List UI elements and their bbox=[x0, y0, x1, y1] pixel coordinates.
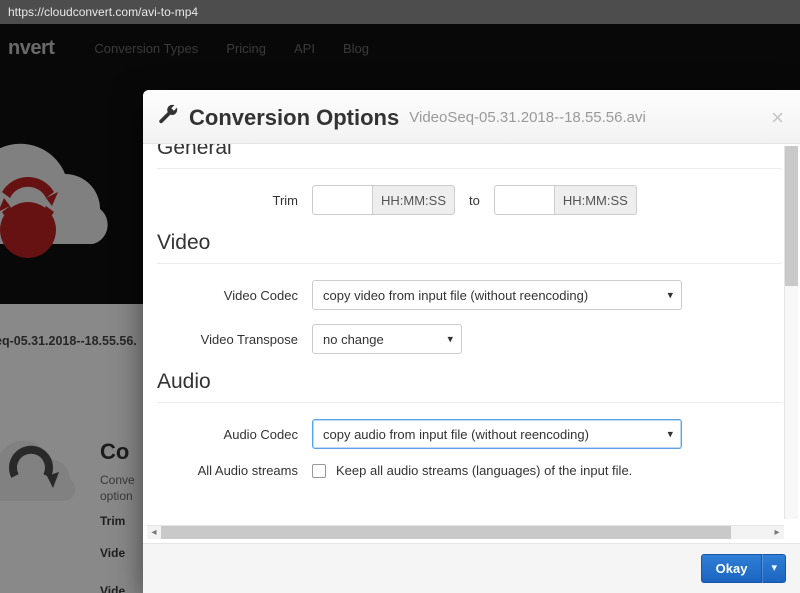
video-codec-value: copy video from input file (without reen… bbox=[323, 288, 588, 303]
modal-footer: Okay ▾ bbox=[143, 543, 800, 593]
trim-end-unit: HH:MM:SS bbox=[554, 185, 637, 215]
all-audio-streams-label: All Audio streams bbox=[157, 463, 312, 478]
audio-codec-row: Audio Codec copy audio from input file (… bbox=[157, 419, 782, 449]
trim-to-label: to bbox=[469, 193, 480, 208]
conversion-options-modal: Conversion Options VideoSeq-05.31.2018--… bbox=[143, 90, 800, 593]
trim-end-input[interactable] bbox=[494, 185, 554, 215]
horizontal-scroll-thumb[interactable] bbox=[161, 526, 731, 539]
video-transpose-label: Video Transpose bbox=[157, 332, 312, 347]
scroll-right-icon[interactable]: ▸ bbox=[770, 526, 784, 539]
modal-title: Conversion Options bbox=[189, 105, 399, 131]
trim-label: Trim bbox=[157, 193, 312, 208]
wrench-icon bbox=[157, 104, 179, 131]
divider bbox=[157, 263, 782, 264]
section-general-heading: General bbox=[157, 144, 782, 160]
scroll-left-icon[interactable]: ◂ bbox=[147, 526, 161, 539]
audio-codec-select[interactable]: copy audio from input file (without reen… bbox=[312, 419, 682, 449]
okay-button-group: Okay ▾ bbox=[701, 554, 786, 583]
trim-row: Trim HH:MM:SS to HH:MM:SS bbox=[157, 185, 782, 215]
okay-button[interactable]: Okay bbox=[701, 554, 763, 583]
all-audio-streams-row: All Audio streams Keep all audio streams… bbox=[157, 463, 782, 478]
section-audio-heading: Audio bbox=[157, 370, 782, 394]
modal-body: General Trim HH:MM:SS to HH:MM:SS Video bbox=[143, 144, 800, 543]
all-audio-streams-text: Keep all audio streams (languages) of th… bbox=[336, 463, 632, 478]
vertical-scrollbar[interactable]: ▴ bbox=[784, 146, 798, 519]
trim-start-unit: HH:MM:SS bbox=[372, 185, 455, 215]
browser-address-bar[interactable]: https://cloudconvert.com/avi-to-mp4 bbox=[0, 0, 800, 24]
okay-dropdown-caret[interactable]: ▾ bbox=[762, 554, 786, 583]
audio-codec-value: copy audio from input file (without reen… bbox=[323, 427, 589, 442]
vertical-scroll-thumb[interactable] bbox=[785, 146, 798, 286]
modal-filename: VideoSeq-05.31.2018--18.55.56.avi bbox=[409, 109, 646, 126]
address-url: https://cloudconvert.com/avi-to-mp4 bbox=[8, 5, 198, 19]
video-codec-select[interactable]: copy video from input file (without reen… bbox=[312, 280, 682, 310]
video-transpose-select[interactable]: no change bbox=[312, 324, 462, 354]
trim-start-input[interactable] bbox=[312, 185, 372, 215]
audio-codec-label: Audio Codec bbox=[157, 427, 312, 442]
divider bbox=[157, 402, 782, 403]
section-video-heading: Video bbox=[157, 231, 782, 255]
modal-header: Conversion Options VideoSeq-05.31.2018--… bbox=[143, 90, 800, 144]
horizontal-scrollbar[interactable]: ◂ ▸ bbox=[147, 525, 784, 539]
video-transpose-row: Video Transpose no change bbox=[157, 324, 782, 354]
video-codec-row: Video Codec copy video from input file (… bbox=[157, 280, 782, 310]
divider bbox=[157, 168, 782, 169]
video-transpose-value: no change bbox=[323, 332, 384, 347]
close-icon[interactable]: × bbox=[771, 107, 784, 129]
all-audio-streams-checkbox[interactable] bbox=[312, 464, 326, 478]
video-codec-label: Video Codec bbox=[157, 288, 312, 303]
